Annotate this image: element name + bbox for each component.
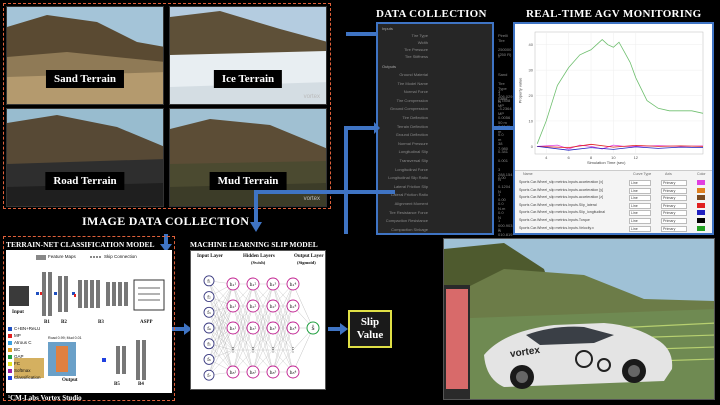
node-label: f₂ [207, 294, 211, 300]
node-label: h₈⁴ [290, 370, 297, 376]
node-label: h₂² [250, 304, 257, 310]
node-label: f₁ [207, 279, 211, 285]
legend-swatch [8, 333, 12, 338]
agv-scene-image [444, 239, 714, 399]
legend-swatch [8, 361, 12, 366]
block-aspp-label: ASPP [140, 320, 153, 325]
ellipsis: ⋮ [290, 346, 297, 354]
legend-label: Atrous C [14, 340, 32, 345]
terrain-net-heading: TERRAIN-NET CLASSIFICATION MODEL [6, 240, 155, 249]
layer-legend-item: Softmax [8, 368, 31, 373]
node-label: h₃⁴ [290, 326, 297, 332]
arrow-data-to-ml [254, 190, 395, 224]
block-b4-label: B4 [138, 382, 144, 387]
legend-swatch [8, 375, 12, 380]
node-label: h₃³ [270, 326, 277, 332]
terrain-net-diagram: Feature Maps Skip Connection Input B1 B2… [6, 250, 172, 393]
block-b2-label: B2 [61, 320, 67, 325]
input-label: Input [12, 310, 24, 315]
ellipsis: ⋮ [270, 346, 277, 354]
legend-swatch [8, 340, 12, 345]
slip-value-output: Slip Value [348, 310, 392, 348]
slip-value-line1: Slip [360, 316, 380, 328]
node-label: h₁⁴ [290, 282, 297, 288]
layer-legend-item: FC [8, 361, 20, 366]
agv-simulation-view: vortex [443, 238, 715, 400]
node-label: h₁¹ [230, 282, 237, 288]
credit-line: ¹CM-Labs Vortex Studio [8, 394, 82, 402]
decoder-note: Road 0.99; Mud 0.01 [48, 336, 82, 340]
legend-label: C+BN+ReLU [14, 326, 41, 331]
node-label: f₄ [207, 326, 211, 332]
layer-legend-item: Classification [8, 375, 41, 380]
layer-legend-item: BC [8, 347, 20, 352]
node-label: h₃¹ [230, 326, 237, 332]
output-node-label: ŝ [311, 325, 314, 332]
legend-swatch [8, 368, 12, 373]
block-b5-label: B5 [114, 382, 120, 387]
legend-label: MP [14, 333, 21, 338]
layer-legend-item: GAP [8, 354, 24, 359]
node-label: h₂¹ [230, 304, 237, 310]
node-label: h₈³ [270, 370, 277, 376]
mlp-network-graphic: f₁ f₂ f₃ f₄ f₅ f₆ f₇ h₁¹ h₂¹ h₃¹ ⋮ h₈¹ h₁² h₂² h₃² ⋮ h₈²… [203, 275, 320, 381]
node-label: h₂⁴ [290, 304, 297, 310]
arrow-terrainnet-to-data [344, 126, 376, 234]
ml-slip-heading: MACHINE LEARNING SLIP MODEL [190, 240, 318, 249]
block-b3-label: B3 [98, 320, 104, 325]
node-label: f₃ [207, 310, 211, 316]
legend-swatch [8, 347, 12, 352]
node-label: h₈¹ [230, 370, 237, 376]
legend-label: GAP [14, 354, 24, 359]
legend-label: Classification [14, 375, 41, 380]
block-b1-label: B1 [44, 320, 50, 325]
legend-label: BC [14, 347, 21, 352]
layer-legend-item: MP [8, 333, 21, 338]
node-label: h₃² [250, 326, 257, 332]
output-label: Output [62, 378, 78, 383]
ellipsis: ⋮ [230, 346, 237, 354]
node-label: h₁³ [270, 282, 277, 288]
legend-label: FC [14, 361, 20, 366]
legend-swatch [8, 326, 12, 331]
layer-legend-item: C+BN+ReLU [8, 326, 40, 331]
node-label: h₈² [250, 370, 257, 376]
slip-value-line2: Value [356, 329, 384, 341]
node-label: f₆ [207, 357, 211, 363]
legend-label: Softmax [14, 368, 31, 373]
node-label: h₁² [250, 282, 257, 288]
ellipsis: ⋮ [250, 346, 257, 354]
node-label: f₅ [207, 342, 211, 348]
node-label: f₇ [207, 373, 211, 379]
layer-legend-item: Atrous C [8, 340, 32, 345]
legend-swatch [8, 354, 12, 359]
mlp-diagram: Input Layer Hidden Layers (Swish) Output… [190, 250, 326, 390]
node-label: h₂³ [270, 304, 277, 310]
